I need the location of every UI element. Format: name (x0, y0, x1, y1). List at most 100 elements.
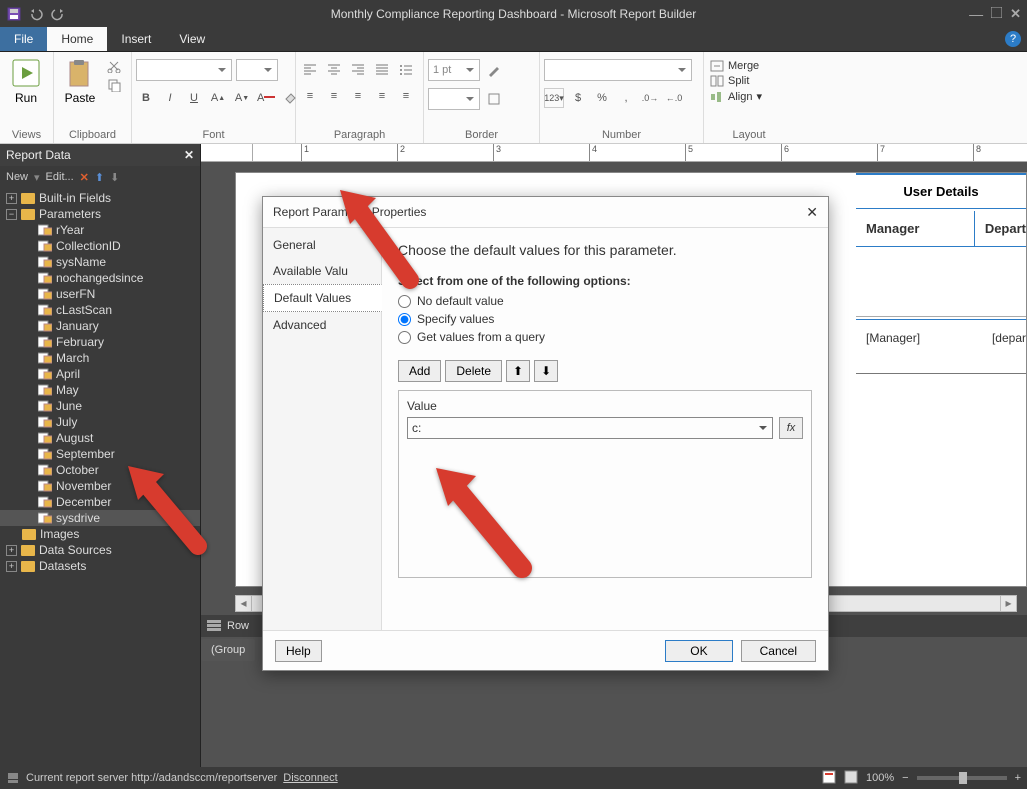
panel-moveup-icon[interactable]: ⬆ (95, 171, 104, 184)
tree-param-september[interactable]: September (0, 446, 200, 462)
font-color-button[interactable]: A (256, 88, 276, 108)
fx-button[interactable]: fx (779, 417, 803, 439)
report-data-panel: Report Data ✕ New▾ Edit... ✕ ⬆ ⬇ +Built-… (0, 144, 201, 767)
panel-delete-icon[interactable]: ✕ (80, 171, 89, 184)
nav-advanced[interactable]: Advanced (263, 312, 381, 338)
tree-parameters[interactable]: −Parameters (0, 206, 200, 222)
shrink-font-button[interactable]: A▼ (232, 88, 252, 108)
align-right-button[interactable] (348, 59, 368, 79)
help-icon[interactable]: ? (1005, 31, 1021, 47)
border-sides-button[interactable] (484, 89, 504, 109)
paste-button[interactable]: Paste (58, 55, 102, 107)
split-button[interactable]: Split (708, 74, 751, 88)
undo-icon[interactable] (28, 6, 44, 22)
tree-param-january[interactable]: January (0, 318, 200, 334)
tree-param-nochangedsince[interactable]: nochangedsince (0, 270, 200, 286)
font-size-combo[interactable] (236, 59, 278, 81)
cancel-button[interactable]: Cancel (741, 640, 816, 662)
valign-middle-button[interactable]: ≡ (372, 86, 392, 106)
grow-font-button[interactable]: A▲ (208, 88, 228, 108)
ribbon-group-views: Views (4, 127, 49, 143)
panel-close-icon[interactable]: ✕ (184, 148, 194, 162)
align-left-button[interactable] (300, 59, 320, 79)
tab-home[interactable]: Home (47, 27, 107, 51)
tree-param-clastscan[interactable]: cLastScan (0, 302, 200, 318)
tree-param-august[interactable]: August (0, 430, 200, 446)
number-placeholder-button[interactable]: 123▾ (544, 88, 564, 108)
disconnect-link[interactable]: Disconnect (283, 772, 337, 784)
cut-icon[interactable] (106, 58, 122, 74)
copy-icon[interactable] (106, 77, 122, 93)
justify-button[interactable] (372, 59, 392, 79)
move-up-button[interactable]: ⬆ (506, 360, 530, 382)
cell-depart[interactable]: [depar (982, 331, 1026, 345)
cell-manager[interactable]: [Manager] (856, 331, 982, 345)
tree-param-userfn[interactable]: userFN (0, 286, 200, 302)
valign-top-button[interactable]: ≡ (348, 86, 368, 106)
help-button[interactable]: Help (275, 640, 322, 662)
radio-no-default[interactable]: No default value (398, 294, 812, 308)
preview-view-icon[interactable] (844, 770, 858, 787)
valign-bottom-button[interactable]: ≡ (396, 86, 416, 106)
tree-param-sysname[interactable]: sysName (0, 254, 200, 270)
border-color-button[interactable] (484, 60, 504, 80)
outdent-button[interactable]: ≡ (300, 86, 320, 106)
menubar: File Home Insert View ? (0, 27, 1027, 52)
indent-button[interactable]: ≡ (324, 86, 344, 106)
currency-button[interactable]: $ (568, 88, 588, 108)
align-button[interactable]: Align ▾ (708, 89, 764, 104)
percent-button[interactable]: % (592, 88, 612, 108)
design-view-icon[interactable] (822, 770, 836, 787)
zoom-in-icon[interactable]: + (1015, 772, 1021, 784)
dialog-close-icon[interactable]: ✕ (806, 204, 818, 221)
tree-datasets[interactable]: +Datasets (0, 558, 200, 574)
run-button[interactable]: Run (4, 55, 48, 107)
radio-from-query[interactable]: Get values from a query (398, 330, 812, 344)
panel-new-button[interactable]: New (6, 171, 28, 183)
ok-button[interactable]: OK (665, 640, 732, 662)
tab-view[interactable]: View (165, 27, 219, 51)
redo-icon[interactable] (50, 6, 66, 22)
panel-movedown-icon[interactable]: ⬇ (110, 171, 119, 184)
tab-insert[interactable]: Insert (107, 27, 165, 51)
panel-edit-button[interactable]: Edit... (46, 171, 74, 183)
panel-header: Report Data ✕ (0, 144, 200, 166)
tree-param-february[interactable]: February (0, 334, 200, 350)
tab-file[interactable]: File (0, 27, 47, 51)
zoom-out-icon[interactable]: − (902, 772, 908, 784)
tree-param-march[interactable]: March (0, 350, 200, 366)
tree-param-ryear[interactable]: rYear (0, 222, 200, 238)
zoom-slider[interactable] (917, 776, 1007, 780)
tree-param-july[interactable]: July (0, 414, 200, 430)
maximize-icon[interactable] (991, 7, 1002, 21)
align-center-button[interactable] (324, 59, 344, 79)
tree-param-june[interactable]: June (0, 398, 200, 414)
tree-param-collectionid[interactable]: CollectionID (0, 238, 200, 254)
close-icon[interactable]: ✕ (1010, 6, 1021, 22)
move-down-button[interactable]: ⬇ (534, 360, 558, 382)
minimize-icon[interactable]: — (969, 6, 983, 22)
bullets-button[interactable] (396, 59, 416, 79)
underline-button[interactable]: U (184, 88, 204, 108)
value-input[interactable]: c: (407, 417, 773, 439)
group-chip[interactable]: (Group (201, 639, 255, 661)
tree-param-may[interactable]: May (0, 382, 200, 398)
add-button[interactable]: Add (398, 360, 441, 382)
merge-button[interactable]: Merge (708, 59, 761, 73)
server-label: Current report server http://adandsccm/r… (26, 772, 277, 784)
increase-decimal-button[interactable]: .0→ (640, 88, 660, 108)
border-weight-combo[interactable]: 1 pt (428, 59, 480, 81)
thousands-button[interactable]: , (616, 88, 636, 108)
border-style-combo[interactable] (428, 88, 480, 110)
delete-button[interactable]: Delete (445, 360, 502, 382)
decrease-decimal-button[interactable]: ←.0 (664, 88, 684, 108)
annotation-arrow-1 (340, 190, 420, 293)
bold-button[interactable]: B (136, 88, 156, 108)
italic-button[interactable]: I (160, 88, 180, 108)
save-icon[interactable] (6, 6, 22, 22)
radio-specify-values[interactable]: Specify values (398, 312, 812, 326)
number-format-combo[interactable] (544, 59, 692, 81)
tree-builtin-fields[interactable]: +Built-in Fields (0, 190, 200, 206)
font-family-combo[interactable] (136, 59, 232, 81)
tree-param-april[interactable]: April (0, 366, 200, 382)
